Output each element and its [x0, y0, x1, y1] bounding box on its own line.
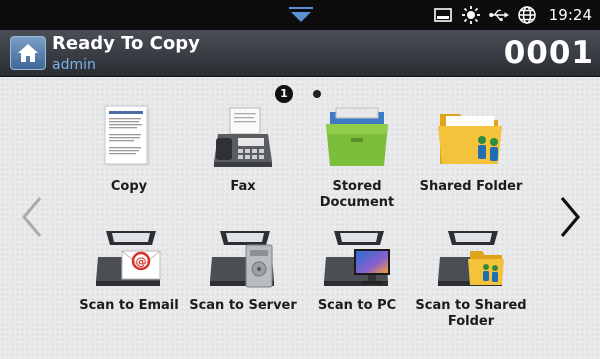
next-page-arrow-icon[interactable] — [556, 195, 586, 239]
page-title: Ready To Copy — [52, 33, 200, 54]
app-header: Ready To Copy admin 0001 — [0, 30, 600, 77]
status-clock: 19:24 — [548, 6, 592, 24]
home-button[interactable] — [10, 36, 46, 70]
page-dot[interactable] — [313, 90, 321, 98]
app-label: Stored Document — [319, 179, 395, 210]
globe-icon — [517, 5, 537, 25]
app-label: Scan to Email — [79, 298, 179, 313]
scan-to-server-icon — [210, 231, 274, 288]
app-scan-to-pc[interactable]: Scan to PC — [299, 223, 415, 333]
app-scan-to-shared-folder[interactable]: Scan to Shared Folder — [413, 223, 529, 333]
tray-icon — [433, 5, 453, 25]
app-label: Copy — [110, 179, 148, 194]
brightness-icon — [461, 5, 481, 25]
home-icon — [18, 44, 38, 62]
page-indicator: 1 — [0, 83, 600, 103]
app-scan-to-server[interactable]: Scan to Server — [185, 223, 301, 333]
app-shared-folder[interactable]: Shared Folder — [413, 104, 529, 214]
status-bar: 19:24 — [0, 0, 600, 30]
scan-to-pc-icon — [324, 231, 390, 286]
app-launcher: 1 Copy Fax Stored Document Shared Folder… — [0, 77, 600, 359]
copy-document-icon — [104, 105, 150, 166]
app-label: Scan to Shared Folder — [415, 298, 527, 329]
stored-document-folder-icon — [326, 107, 388, 166]
app-copy[interactable]: Copy — [71, 104, 187, 214]
scan-to-email-icon: @ — [96, 231, 161, 286]
app-label: Fax — [230, 179, 256, 194]
scan-to-shared-folder-icon — [438, 231, 504, 286]
app-label: Shared Folder — [419, 179, 523, 194]
fax-machine-icon — [214, 107, 272, 167]
app-fax[interactable]: Fax — [185, 104, 301, 214]
copy-counter: 0001 — [503, 35, 594, 71]
svg-text:@: @ — [136, 255, 147, 268]
user-name: admin — [52, 57, 96, 73]
app-label: Scan to Server — [189, 298, 297, 313]
app-stored-document[interactable]: Stored Document — [299, 104, 415, 214]
previous-page-arrow-icon[interactable] — [18, 195, 48, 239]
shared-folder-icon — [438, 114, 502, 164]
pull-down-handle-icon[interactable] — [288, 6, 314, 24]
usb-icon — [489, 5, 509, 25]
app-scan-to-email[interactable]: @ Scan to Email — [71, 223, 187, 333]
page-dot-active[interactable]: 1 — [275, 85, 293, 103]
app-label: Scan to PC — [317, 298, 397, 313]
